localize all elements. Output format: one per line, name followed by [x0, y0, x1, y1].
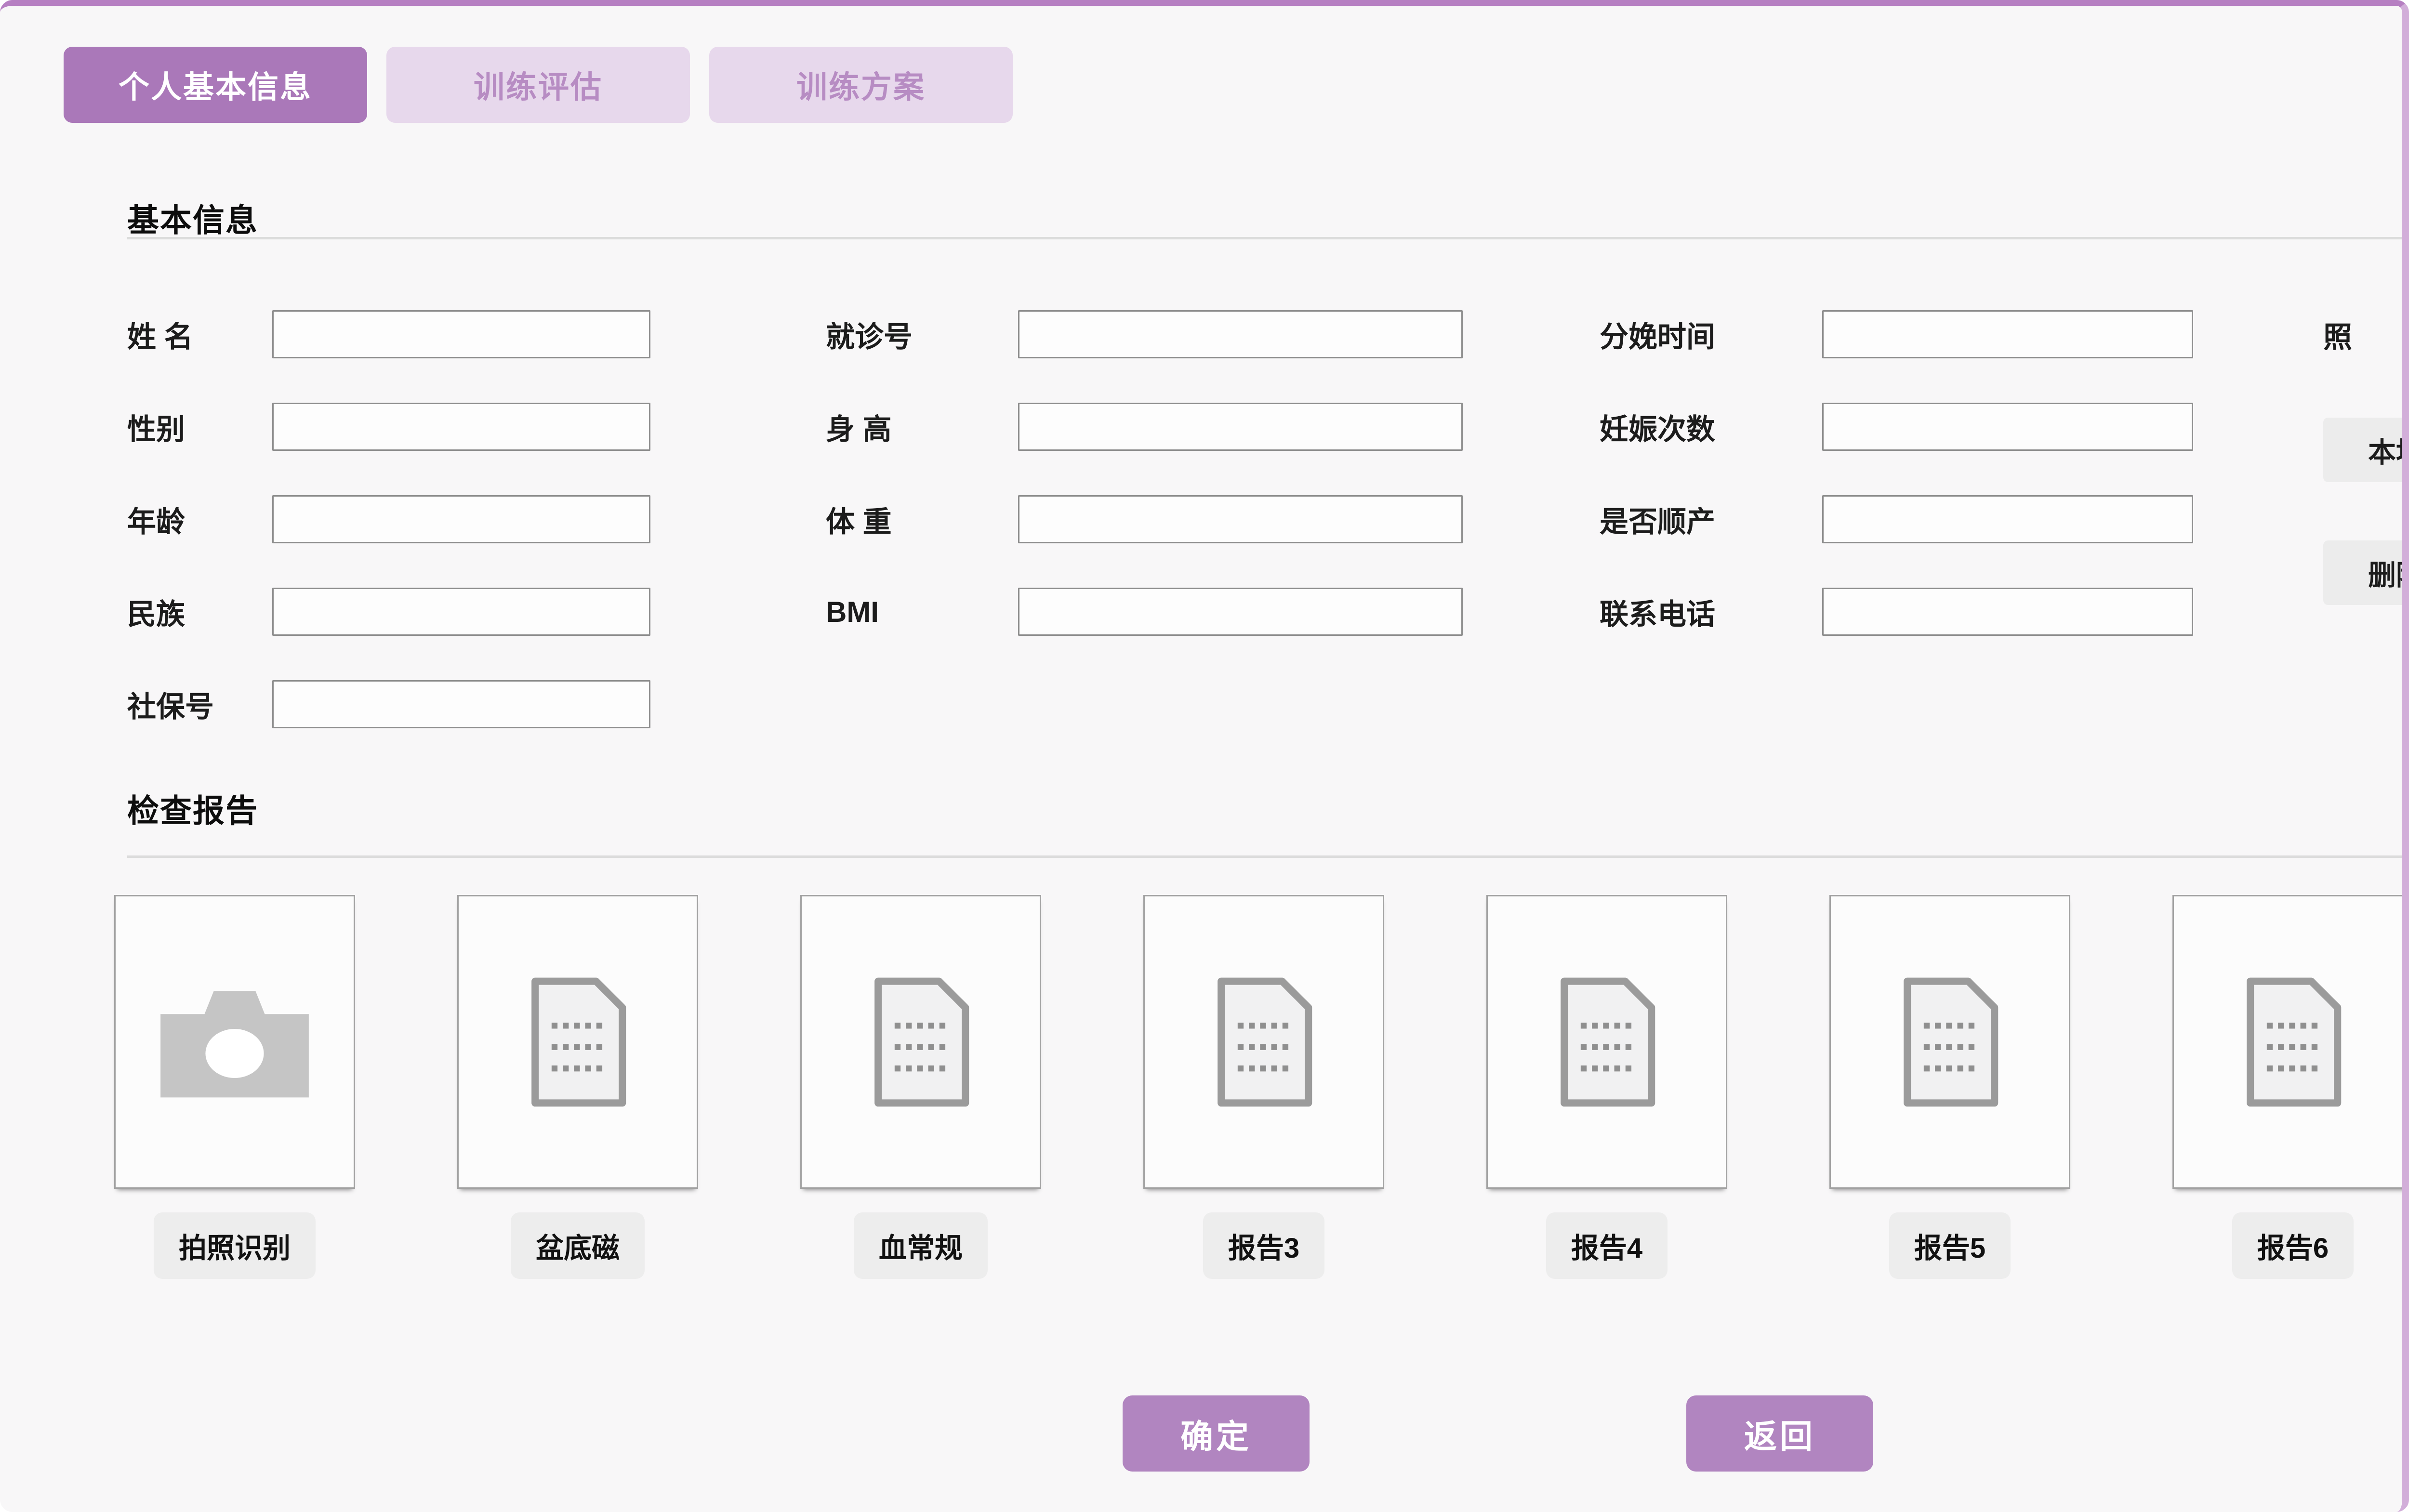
report-card-report6[interactable] — [2172, 895, 2409, 1189]
name-input[interactable] — [272, 310, 650, 358]
photo-label: 照片 — [2323, 314, 2409, 356]
ethnicity-input[interactable] — [272, 588, 650, 636]
page: 个人基本信息 训练评估 训练方案 基本信息 姓 名 性别 年龄 民族 社保号 就… — [0, 0, 2409, 1512]
visit-number-input[interactable] — [1018, 310, 1463, 358]
report-card-blood-routine[interactable] — [800, 895, 1041, 1189]
form-column-1: 姓 名 性别 年龄 民族 社保号 — [127, 288, 650, 750]
report-label-photo-recognition[interactable]: 拍照识别 — [154, 1212, 316, 1279]
report-label-report4[interactable]: 报告4 — [1546, 1212, 1668, 1279]
age-label: 年龄 — [127, 499, 272, 540]
local-upload-button[interactable]: 本地上传 — [2323, 418, 2409, 482]
field-delivery-time: 分娩时间 — [1600, 288, 2193, 381]
gender-label: 性别 — [127, 406, 272, 448]
delivery-time-label: 分娩时间 — [1600, 314, 1822, 355]
field-social-security: 社保号 — [127, 658, 650, 750]
phone-label: 联系电话 — [1600, 591, 1822, 633]
report-label-blood-routine[interactable]: 血常规 — [854, 1212, 988, 1279]
report-card-report3[interactable] — [1143, 895, 1384, 1189]
document-icon — [2244, 976, 2343, 1108]
bmi-label: BMI — [826, 595, 1018, 629]
field-ethnicity: 民族 — [127, 565, 650, 658]
natural-birth-input[interactable] — [1822, 495, 2193, 543]
document-icon — [1558, 976, 1656, 1108]
confirm-button[interactable]: 确定 — [1123, 1395, 1310, 1472]
report-label-report6[interactable]: 报告6 — [2232, 1212, 2354, 1279]
field-height: 身 高 — [826, 381, 1463, 473]
weight-label: 体 重 — [826, 499, 1018, 540]
document-icon — [872, 976, 970, 1108]
ethnicity-label: 民族 — [127, 591, 272, 633]
divider — [127, 237, 2409, 239]
divider — [127, 855, 2409, 858]
field-natural-birth: 是否顺产 — [1600, 473, 2193, 565]
basic-info-title: 基本信息 — [127, 195, 258, 241]
social-security-input[interactable] — [272, 680, 650, 728]
tab-bar: 个人基本信息 训练评估 训练方案 — [64, 47, 1013, 123]
form-column-2: 就诊号 身 高 体 重 BMI — [826, 288, 1463, 658]
report-card-photo-recognition[interactable] — [114, 895, 355, 1189]
document-icon — [529, 976, 627, 1108]
field-pregnancy-count: 妊娠次数 — [1600, 381, 2193, 473]
report-card-pelvic-magnetic[interactable] — [457, 895, 698, 1189]
pregnancy-count-label: 妊娠次数 — [1600, 406, 1822, 448]
field-visit-number: 就诊号 — [826, 288, 1463, 381]
tab-personal-info[interactable]: 个人基本信息 — [64, 47, 367, 123]
delete-photo-button[interactable]: 删除照片 — [2323, 540, 2409, 605]
age-input[interactable] — [272, 495, 650, 543]
report-labels-row: 拍照识别 盆底磁 血常规 报告3 报告4 报告5 报告6 — [114, 1212, 2409, 1279]
form-column-3: 分娩时间 妊娠次数 是否顺产 联系电话 — [1600, 288, 2193, 658]
camera-icon — [155, 982, 314, 1102]
report-label-pelvic-magnetic[interactable]: 盆底磁 — [511, 1212, 645, 1279]
height-input[interactable] — [1018, 403, 1463, 451]
report-cards-row — [114, 895, 2409, 1189]
weight-input[interactable] — [1018, 495, 1463, 543]
height-label: 身 高 — [826, 406, 1018, 448]
tab-training-evaluation[interactable]: 训练评估 — [386, 47, 690, 123]
report-card-report5[interactable] — [1829, 895, 2070, 1189]
bmi-input[interactable] — [1018, 588, 1463, 636]
field-weight: 体 重 — [826, 473, 1463, 565]
report-card-report4[interactable] — [1486, 895, 1727, 1189]
pregnancy-count-input[interactable] — [1822, 403, 2193, 451]
visit-number-label: 就诊号 — [826, 314, 1018, 355]
tab-training-plan[interactable]: 训练方案 — [709, 47, 1013, 123]
back-button[interactable]: 返回 — [1686, 1395, 1873, 1472]
name-label: 姓 名 — [127, 314, 272, 355]
document-icon — [1901, 976, 1999, 1108]
field-bmi: BMI — [826, 565, 1463, 658]
gender-input[interactable] — [272, 403, 650, 451]
social-security-label: 社保号 — [127, 684, 272, 725]
report-label-report3[interactable]: 报告3 — [1203, 1212, 1324, 1279]
field-age: 年龄 — [127, 473, 650, 565]
phone-input[interactable] — [1822, 588, 2193, 636]
natural-birth-label: 是否顺产 — [1600, 499, 1822, 540]
field-gender: 性别 — [127, 381, 650, 473]
delivery-time-input[interactable] — [1822, 310, 2193, 358]
reports-title: 检查报告 — [127, 785, 258, 831]
field-name: 姓 名 — [127, 288, 650, 381]
report-label-report5[interactable]: 报告5 — [1889, 1212, 2011, 1279]
document-icon — [1215, 976, 1313, 1108]
field-phone: 联系电话 — [1600, 565, 2193, 658]
